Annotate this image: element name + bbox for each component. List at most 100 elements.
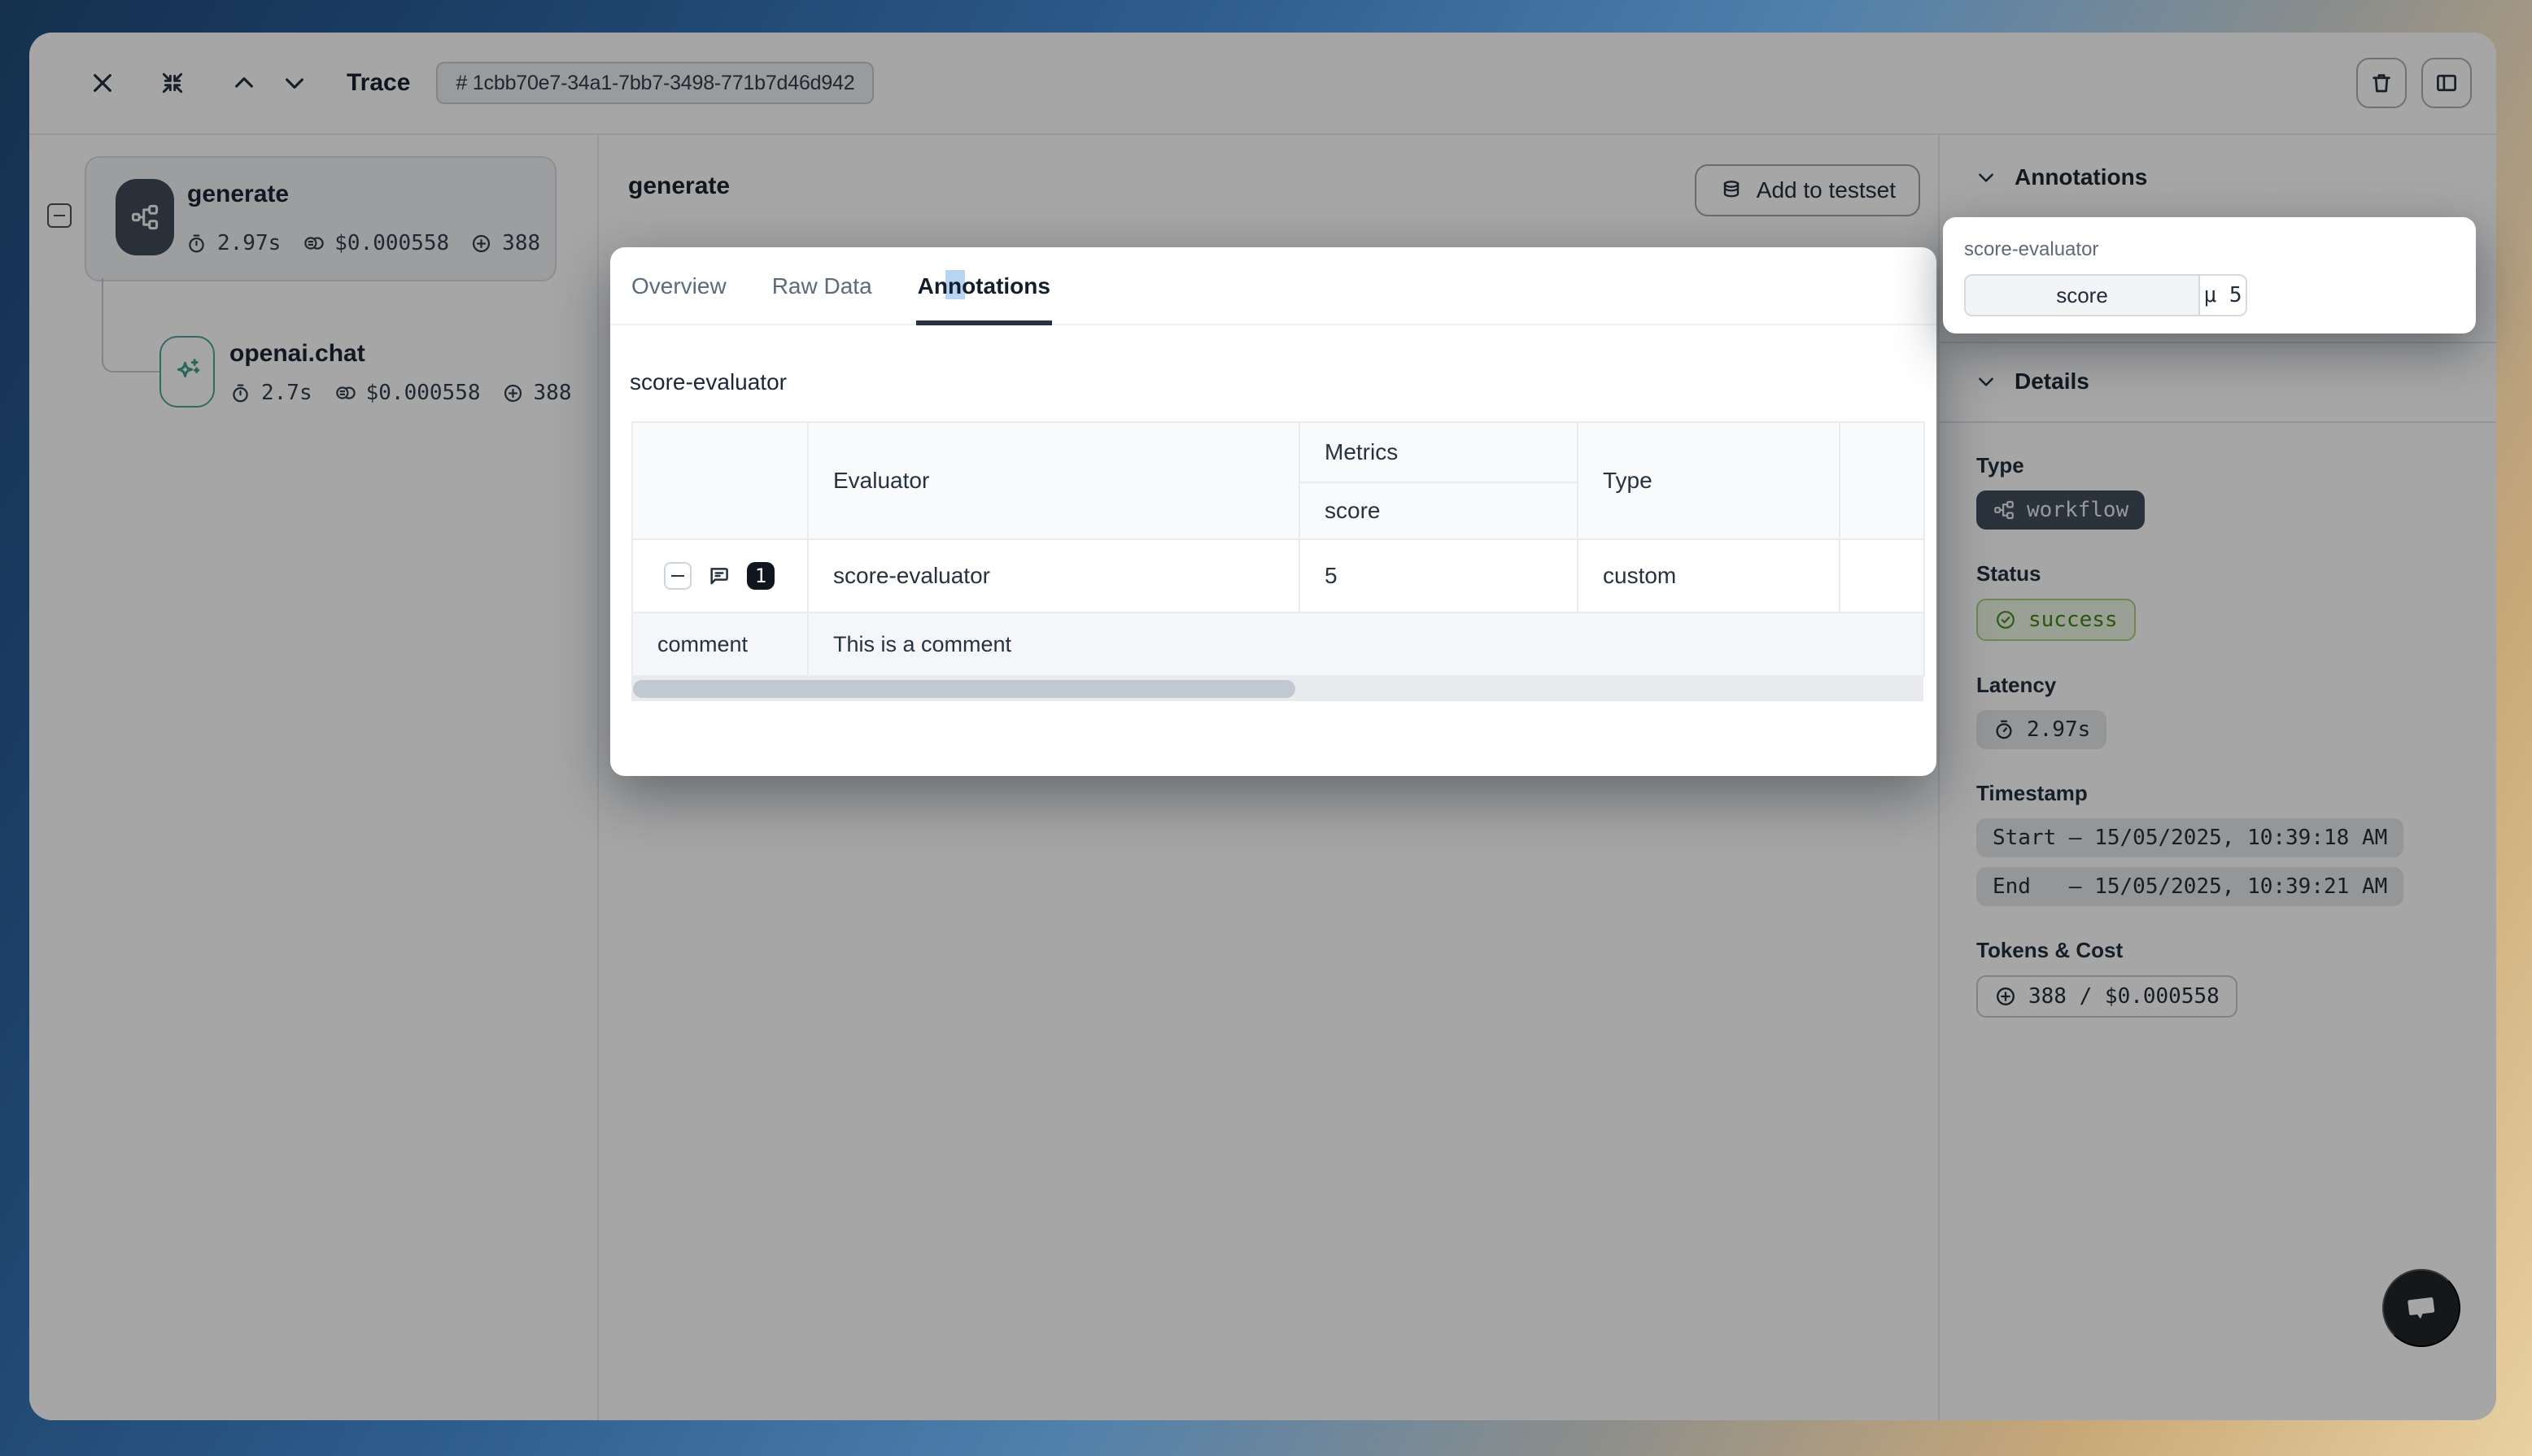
span-latency: 2.7s [261,381,312,405]
stopwatch-icon [1993,718,2015,741]
delete-trace-button[interactable] [2356,58,2407,108]
span-name[interactable]: openai.chat [229,340,365,368]
span-tree-sidebar: generate 2.97s $0.000558 388 openai.chat [29,135,599,1420]
tab-annotations[interactable]: Annotations [916,273,1052,324]
timestamp-label: Timestamp [1976,781,2464,806]
chevron-down-icon [1975,167,1997,188]
details-fields: Type workflow Status success Latency 2.9… [1976,421,2464,1018]
collapse-view-button[interactable] [159,70,186,96]
latency-badge: 2.97s [1976,710,2106,749]
details-section-title: Details [2015,368,2089,395]
comment-key-cell: comment [632,612,808,676]
comment-value-cell: This is a comment [808,612,1924,676]
type-badge: workflow [1976,490,2145,530]
details-section-header[interactable]: Details [1975,368,2089,395]
horizontal-scrollbar[interactable] [631,677,1923,701]
annotation-evaluator-label: score-evaluator [1964,238,2098,261]
cell-evaluator: score-evaluator [808,539,1299,612]
collapse-row-button[interactable] [664,562,692,590]
close-button[interactable] [89,70,116,96]
next-trace-button[interactable] [282,70,308,96]
span-node-generate[interactable]: generate 2.97s $0.000558 388 [85,156,557,281]
collapse-node-button[interactable] [47,203,72,228]
span-stats: 2.97s $0.000558 388 [186,231,540,255]
span-detail-title: generate [628,172,730,200]
trash-icon [2369,71,2394,95]
span-cost: $0.000558 [334,231,449,255]
timestamp-end-badge: End – 15/05/2025, 10:39:21 AM [1976,867,2403,906]
tab-label: Overview [631,273,727,299]
cell-score: 5 [1299,539,1578,612]
chat-bubble-icon [2401,1288,2442,1328]
type-value: workflow [2027,498,2128,522]
span-name: generate [187,181,289,208]
comment-row: comment This is a comment [632,612,1924,676]
circle-plus-icon [1994,985,2017,1008]
timer-icon [186,233,207,255]
span-latency: 2.97s [217,231,281,255]
scrollbar-thumb[interactable] [633,680,1295,698]
coins-icon [302,232,325,255]
span-tokens: 388 [502,231,540,255]
type-label: Type [1976,453,2464,478]
tokens-cost-value: 388 / $0.000558 [2028,984,2220,1009]
tab-raw-data[interactable]: Raw Data [771,273,874,324]
latency-label: Latency [1976,673,2464,698]
comment-count-badge: 1 [747,562,775,590]
column-header-type: Type [1578,422,1840,539]
column-subheader-score: score [1299,482,1578,539]
status-value: success [2028,608,2118,632]
workflow-icon [1993,499,2015,521]
column-header-evaluator: Evaluator [808,422,1299,539]
tokens-icon [470,233,492,255]
annotations-section-title: Annotations [2015,164,2147,190]
add-to-testset-button[interactable]: Add to testset [1695,164,1920,216]
trace-id-badge[interactable]: # 1cbb70e7-34a1-7bb7-3498-771b7d46d942 [436,62,874,104]
timer-icon [229,382,251,404]
annotations-table: Evaluator Metrics Type score 1 [631,421,1925,677]
check-circle-icon [1994,608,2017,631]
column-header-actions [632,422,808,539]
chat-widget-button[interactable] [2382,1269,2460,1347]
table-row: 1 score-evaluator 5 custom [632,539,1924,612]
annotations-section-header[interactable]: Annotations [1975,164,2147,190]
span-tokens: 388 [534,381,572,405]
annotations-tab-card: Overview Raw Data Annotations score-eval… [610,247,1936,776]
add-to-testset-label: Add to testset [1757,177,1896,203]
close-icon [89,70,116,96]
trace-topbar: Trace # 1cbb70e7-34a1-7bb7-3498-771b7d46… [29,33,2496,135]
tab-label: Raw Data [772,273,872,299]
annotation-score-card: score-evaluator score μ 5 [1943,217,2476,333]
tab-overview[interactable]: Overview [630,273,728,324]
metric-name-field[interactable]: score [1966,276,2200,315]
collapse-icon [159,70,186,96]
trace-viewer-page: Trace # 1cbb70e7-34a1-7bb7-3498-771b7d46… [0,0,2532,1456]
llm-node-icon[interactable] [159,336,215,408]
tab-label: Annotations [918,273,1050,299]
timestamp-start-badge: Start – 15/05/2025, 10:39:18 AM [1976,818,2403,857]
evaluator-section-title: score-evaluator [630,369,1936,395]
coins-icon [334,381,356,404]
side-panel-icon [2434,71,2459,95]
tree-connector-line [102,278,161,373]
detail-tabs: Overview Raw Data Annotations [610,247,1936,325]
column-header-spacer [1840,422,1924,539]
metric-pill: score μ 5 [1964,274,2247,316]
tokens-cost-badge: 388 / $0.000558 [1976,975,2237,1018]
span-stats: 2.7s $0.000558 388 [229,381,571,405]
span-cost: $0.000558 [366,381,481,405]
divider [1940,342,2496,343]
database-icon [1719,178,1744,203]
column-header-metrics: Metrics [1299,422,1578,482]
latency-value: 2.97s [2027,717,2090,742]
cell-type: custom [1578,539,1840,612]
trace-title: Trace [347,69,410,97]
workflow-node-icon [116,179,174,255]
metric-value-field[interactable]: μ 5 [2200,276,2246,315]
chevron-up-icon [231,70,257,96]
toggle-sidepanel-button[interactable] [2421,58,2472,108]
chevron-down-icon [282,70,308,96]
tokens-icon [502,382,524,404]
comment-icon[interactable] [706,563,732,589]
prev-trace-button[interactable] [231,70,257,96]
